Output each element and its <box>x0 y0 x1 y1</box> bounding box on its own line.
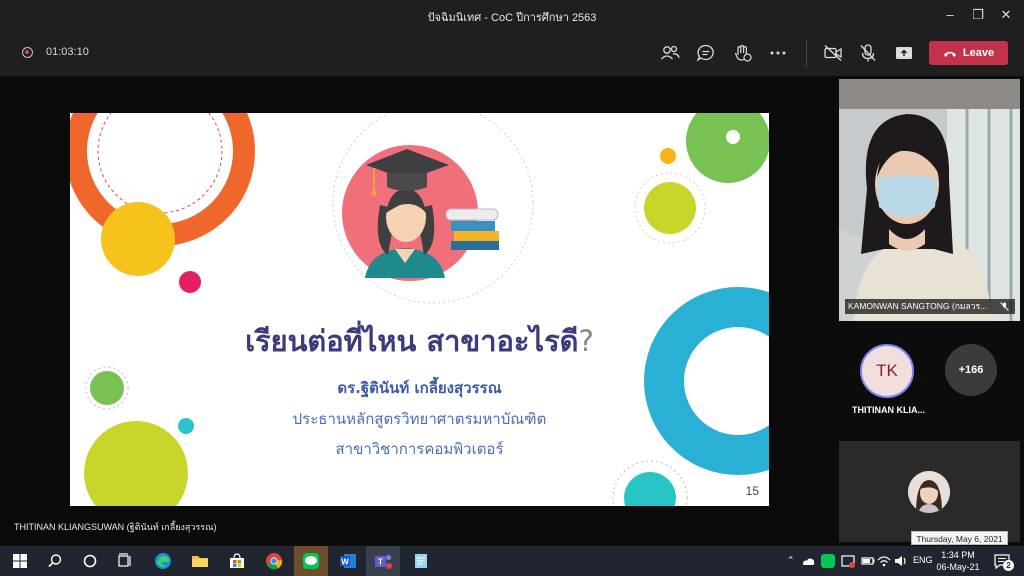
leave-label: Leave <box>962 47 995 59</box>
svg-text:W: W <box>341 558 349 567</box>
slide-page-number: 15 <box>745 484 759 498</box>
security-icon[interactable] <box>840 553 856 569</box>
store-icon[interactable] <box>227 551 247 571</box>
mic-off-icon <box>1000 302 1009 311</box>
share-screen-icon[interactable] <box>893 42 915 64</box>
date-tooltip: Thursday, May 6, 2021 <box>911 531 1008 545</box>
line-tray-icon[interactable] <box>820 553 836 569</box>
avatar-name: THITINAN KLIA... <box>852 405 925 415</box>
recording-icon <box>22 47 33 58</box>
svg-text:T: T <box>378 558 383 567</box>
call-timer: 01:03:10 <box>46 46 89 58</box>
notification-count-badge: 2 <box>1003 560 1014 571</box>
slide-title: เรียนต่อที่ไหน สาขาอะไรดี? <box>70 318 769 364</box>
call-control-bar: 01:03:10 Leave <box>0 30 1024 76</box>
windows-start-icon[interactable] <box>10 551 30 571</box>
onedrive-icon[interactable] <box>800 553 816 569</box>
file-explorer-icon[interactable] <box>190 551 210 571</box>
taskbar-clock[interactable]: 1:34 PM 06-May-21 <box>936 549 980 573</box>
cortana-icon[interactable] <box>80 551 100 571</box>
chat-icon[interactable] <box>695 42 717 64</box>
slide-position: ประธานหลักสูตรวิทยาศาตรมหาบัณฑิต <box>292 410 547 428</box>
toolbar-separator <box>806 39 807 67</box>
avatar[interactable]: TK <box>860 344 914 398</box>
mic-off-icon[interactable] <box>857 42 879 64</box>
word-icon[interactable]: W <box>338 551 358 571</box>
participant-video-name: KAMONWAN SANGTONG (กมลวร... <box>848 301 988 311</box>
search-icon[interactable] <box>45 551 65 571</box>
line-icon <box>303 553 319 569</box>
participant-video[interactable] <box>839 79 1020 321</box>
leave-button[interactable]: Leave <box>929 41 1008 65</box>
taskbar: W T ⌃ ENG 1:34 PM 06-May-21 2 <box>0 546 1024 576</box>
self-avatar-image <box>908 471 950 513</box>
language-indicator[interactable]: ENG <box>913 555 933 565</box>
phone-hangup-icon <box>943 51 956 57</box>
window-title: ปัจฉิมนิเทศ - CoC ปีการศึกษา 2563 <box>427 12 597 24</box>
presenter-name: THITINAN KLIANGSUWAN (ฐิตินันท์ เกลี้ยงส… <box>14 522 217 532</box>
camera-off-icon[interactable] <box>822 42 844 64</box>
task-view-icon[interactable] <box>115 551 135 571</box>
minimize-icon[interactable]: – <box>940 6 960 24</box>
battery-icon[interactable] <box>860 553 876 569</box>
more-options-icon[interactable] <box>767 42 789 64</box>
wifi-icon[interactable] <box>876 553 892 569</box>
presentation-slide: เรียนต่อที่ไหน สาขาอะไรดี? ดร.ฐิตินันท์ … <box>70 113 769 506</box>
participant-video-frame <box>839 79 1020 321</box>
title-bar: ปัจฉิมนิเทศ - CoC ปีการศึกษา 2563 – ❐ ✕ <box>0 0 1024 30</box>
teams-app-tab[interactable]: T <box>366 546 400 576</box>
slide-title-text: เรียนต่อที่ไหน สาขาอะไรดี <box>245 324 579 358</box>
maximize-icon[interactable]: ❐ <box>968 6 988 24</box>
participant-video-label: KAMONWAN SANGTONG (กมลวร... <box>845 299 1015 314</box>
self-avatar <box>908 471 950 513</box>
taskbar-date: 06-May-21 <box>936 562 980 572</box>
slide-title-question-mark: ? <box>578 324 594 358</box>
tray-chevron-up-icon[interactable]: ⌃ <box>787 555 795 566</box>
participants-icon[interactable] <box>659 42 681 64</box>
slide-department: สาขาวิชาการคอมพิวเตอร์ <box>335 440 504 458</box>
teams-icon: T <box>375 555 392 569</box>
chrome-icon[interactable] <box>264 551 284 571</box>
reactions-icon[interactable] <box>731 42 753 64</box>
more-participants-button[interactable]: +166 <box>945 344 997 396</box>
notepad-icon[interactable] <box>411 551 431 571</box>
line-app-tab[interactable] <box>294 546 328 576</box>
slide-author: ดร.ฐิตินันท์ เกลี้ยงสุวรรณ <box>337 379 502 397</box>
taskbar-time: 1:34 PM <box>941 550 975 560</box>
close-icon[interactable]: ✕ <box>996 6 1016 24</box>
edge-icon[interactable] <box>153 551 173 571</box>
volume-icon[interactable] <box>893 553 909 569</box>
